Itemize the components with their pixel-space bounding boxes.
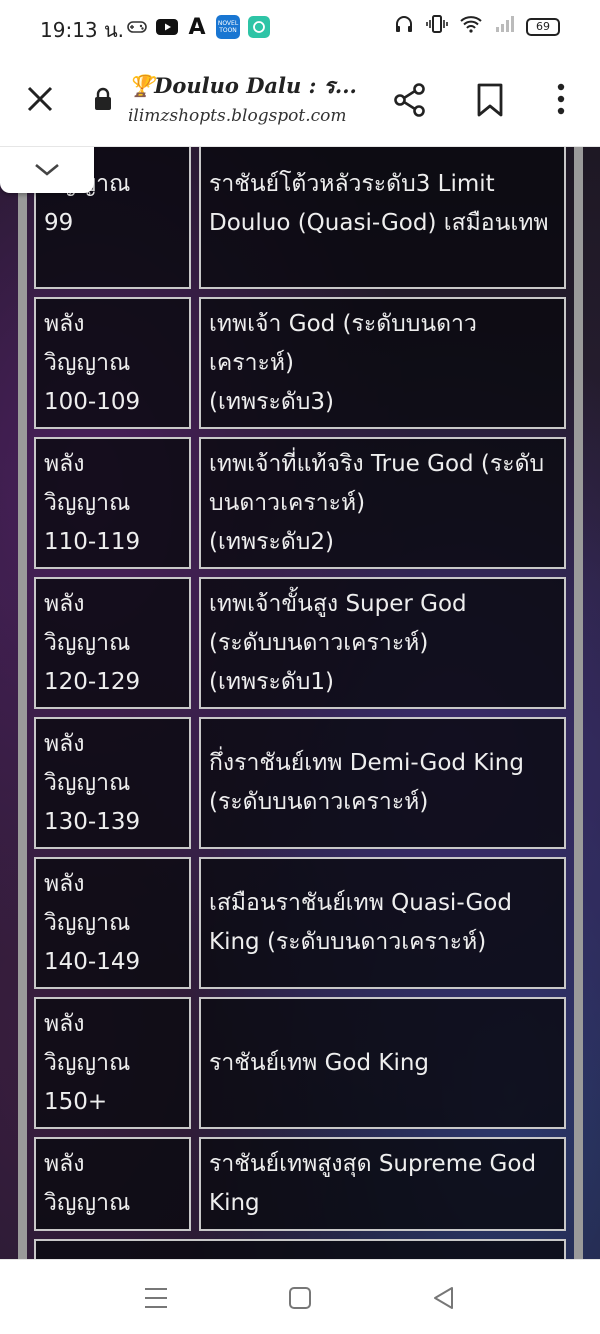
table-row: พลัง วิญญาณ 120-129 เทพเจ้าขั้นสูง Super… xyxy=(34,577,566,709)
title-text: ราชันย์เทพสูงสุด Supreme God King xyxy=(209,1151,537,1216)
table-cell-title: ราชันย์เทพสูงสุด Supreme God King xyxy=(199,1137,566,1231)
title-text: ราชันย์โต้วหลัวระดับ3 Limit Douluo (Quas… xyxy=(209,171,549,236)
table-cell-level: พลัง วิญญาณ 150+ xyxy=(34,997,191,1129)
table-cell-level: พลัง วิญญาณ 100-109 xyxy=(34,297,191,429)
table-row: พลัง วิญญาณ 130-139 กึ่งราชันย์เทพ Demi-… xyxy=(34,717,566,849)
close-icon xyxy=(27,86,53,112)
level-text: พลัง วิญญาณ xyxy=(44,1151,131,1216)
chat-bubble-icon xyxy=(248,16,270,38)
table-cell-level: พลัง วิญญาณ 130-139 xyxy=(34,717,191,849)
table-row-partial xyxy=(34,1239,566,1259)
youtube-icon xyxy=(156,16,178,38)
system-status-icons: 69 xyxy=(394,14,560,39)
table-cell-level: พลัง วิญญาณ 120-129 xyxy=(34,577,191,709)
back-triangle-icon xyxy=(434,1287,453,1309)
table-cell-title: กึ่งราชันย์เทพ Demi-God King (ระดับบนดาว… xyxy=(199,717,566,849)
level-text: พลัง วิญญาณ 140-149 xyxy=(44,871,141,975)
game-controller-icon xyxy=(126,16,148,38)
home-button[interactable] xyxy=(282,1280,318,1316)
more-vert-icon xyxy=(557,83,565,115)
battery-icon: 69 xyxy=(526,17,560,36)
table-row: พลัง วิญญาณ 100-109 เทพเจ้า God (ระดับบน… xyxy=(34,297,566,429)
page-content[interactable]: วิญญาณ 99 ราชันย์โต้วหลัวระดับ3 Limit Do… xyxy=(0,147,600,1259)
level-text: พลัง วิญญาณ 130-139 xyxy=(44,731,141,835)
table-row: พลัง วิญญาณ 150+ ราชันย์เทพ God King xyxy=(34,997,566,1129)
signal-icon xyxy=(494,15,514,38)
browser-toolbar: 🏆Douluo Dalu : ร... ilimzshopts.blogspot… xyxy=(0,54,600,147)
table-row: พลัง วิญญาณ ราชันย์เทพสูงสุด Supreme God… xyxy=(34,1137,566,1231)
font-app-icon: A xyxy=(186,14,208,40)
table-row: พลัง วิญญาณ 110-119 เทพเจ้าที่แท้จริง Tr… xyxy=(34,437,566,569)
chevron-down-icon xyxy=(35,163,59,176)
table-row: พลัง วิญญาณ 140-149 เสมือนราชันย์เทพ Qua… xyxy=(34,857,566,989)
overflow-menu-button[interactable] xyxy=(548,80,574,120)
font-app-letter: A xyxy=(188,14,206,40)
novel-toon-label: NOVEL TOON xyxy=(217,20,239,34)
level-text: พลัง วิญญาณ 110-119 xyxy=(44,451,141,555)
novel-toon-icon: NOVEL TOON xyxy=(216,15,240,39)
table-row: วิญญาณ 99 ราชันย์โต้วหลัวระดับ3 Limit Do… xyxy=(34,147,566,289)
page-url[interactable]: ilimzshopts.blogspot.com xyxy=(128,106,347,126)
level-text: พลัง วิญญาณ 120-129 xyxy=(44,591,141,695)
menu-lines-icon xyxy=(145,1288,167,1308)
battery-level: 69 xyxy=(536,20,550,33)
bookmark-button[interactable] xyxy=(474,80,506,120)
square-icon xyxy=(289,1287,311,1309)
page-title[interactable]: 🏆Douluo Dalu : ร... xyxy=(128,70,357,103)
title-text: กึ่งราชันย์เทพ Demi-God King (ระดับบนดาว… xyxy=(209,750,524,815)
title-text: เทพเจ้าขั้นสูง Super God (ระดับบนดาวเครา… xyxy=(209,591,467,695)
title-text: ราชันย์เทพ God King xyxy=(209,1050,430,1076)
collapse-toolbar-button[interactable] xyxy=(0,147,94,193)
recent-apps-button[interactable] xyxy=(138,1280,174,1316)
vibrate-icon xyxy=(426,14,448,39)
share-icon xyxy=(394,83,425,117)
table-cell-title: เทพเจ้าขั้นสูง Super God (ระดับบนดาวเครา… xyxy=(199,577,566,709)
headphones-icon xyxy=(394,15,414,38)
title-text: เทพเจ้า God (ระดับบนดาวเคราะห์) (เทพระดั… xyxy=(209,311,477,415)
title-text: เทพเจ้าที่แท้จริง True God (ระดับบนดาวเค… xyxy=(209,451,545,555)
table-cell-title: เทพเจ้า God (ระดับบนดาวเคราะห์) (เทพระดั… xyxy=(199,297,566,429)
wifi-icon xyxy=(460,15,482,38)
content-frame-right xyxy=(574,147,583,1259)
notification-icons: A NOVEL TOON xyxy=(126,14,270,40)
level-text: พลัง วิญญาณ 150+ xyxy=(44,1011,131,1115)
close-tab-button[interactable] xyxy=(22,78,58,118)
table-cell-title: เสมือนราชันย์เทพ Quasi-God King (ระดับบน… xyxy=(199,857,566,989)
share-button[interactable] xyxy=(392,80,428,120)
status-bar: 19:13 น. A NOVEL TOON 69 xyxy=(0,0,600,54)
table-cell-title: ราชันย์โต้วหลัวระดับ3 Limit Douluo (Quas… xyxy=(199,147,566,289)
system-nav-bar xyxy=(0,1259,600,1334)
table-cell-partial xyxy=(34,1239,566,1259)
lock-icon[interactable] xyxy=(92,86,114,112)
status-time: 19:13 น. xyxy=(40,18,125,42)
title-text: เสมือนราชันย์เทพ Quasi-God King (ระดับบน… xyxy=(209,890,512,955)
bookmark-icon xyxy=(477,83,503,117)
table-cell-level: พลัง วิญญาณ 140-149 xyxy=(34,857,191,989)
back-button[interactable] xyxy=(426,1280,462,1316)
level-text: พลัง วิญญาณ 100-109 xyxy=(44,311,141,415)
content-frame-left xyxy=(18,147,27,1259)
table-cell-title: ราชันย์เทพ God King xyxy=(199,997,566,1129)
table-cell-level: พลัง วิญญาณ xyxy=(34,1137,191,1231)
table-cell-title: เทพเจ้าที่แท้จริง True God (ระดับบนดาวเค… xyxy=(199,437,566,569)
table-cell-level: พลัง วิญญาณ 110-119 xyxy=(34,437,191,569)
